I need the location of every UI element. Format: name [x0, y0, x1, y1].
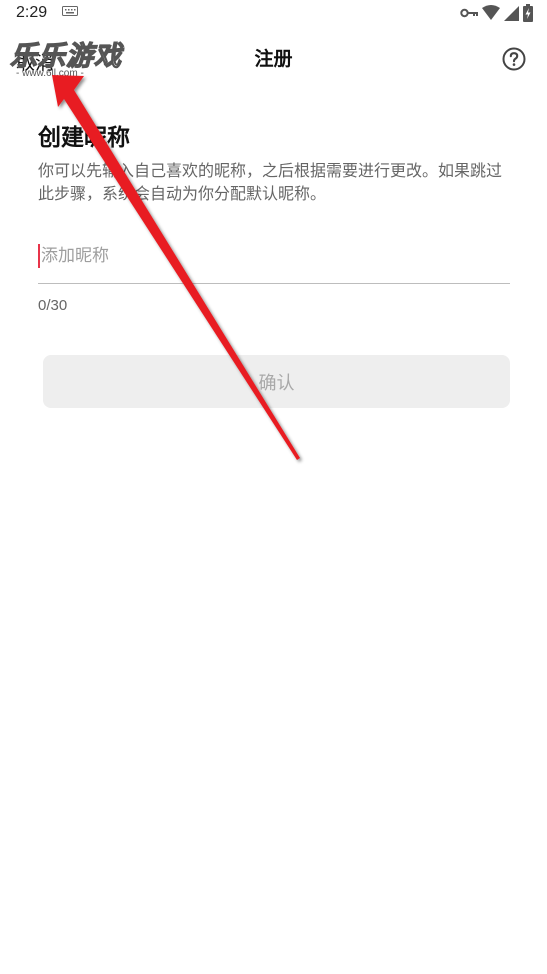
watermark-logo: 乐乐游戏 - www.6ll.com -: [9, 34, 128, 84]
battery-icon: [523, 4, 533, 22]
nickname-input[interactable]: [41, 240, 501, 272]
wifi-icon: [482, 5, 500, 20]
section-heading: 创建昵称: [38, 125, 130, 151]
status-bar: 2:29: [0, 0, 547, 28]
vpn-key-icon: [460, 8, 478, 18]
char-counter: 0/30: [38, 297, 68, 314]
keyboard-icon: [62, 6, 78, 16]
status-time: 2:29: [16, 4, 48, 21]
confirm-button[interactable]: 确认: [43, 355, 510, 408]
watermark-url: - www.6ll.com -: [16, 68, 84, 79]
help-circle-icon[interactable]: [502, 47, 526, 71]
signal-icon: [504, 5, 519, 21]
status-icons: [460, 4, 533, 22]
nickname-field[interactable]: [38, 240, 510, 284]
section-description: 你可以先输入自己喜欢的昵称，之后根据需要进行更改。如果跳过此步骤，系统会自动为你…: [38, 161, 503, 203]
text-caret: [38, 244, 40, 268]
